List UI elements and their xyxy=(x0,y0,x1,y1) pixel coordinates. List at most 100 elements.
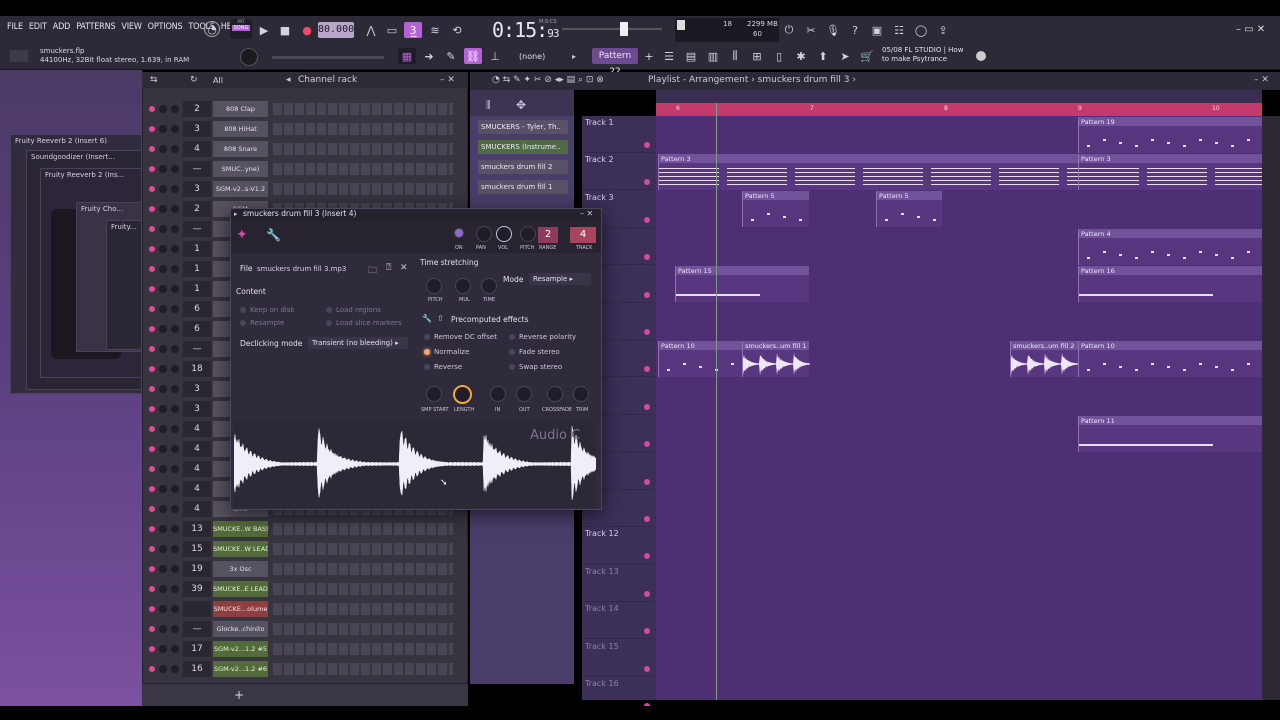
channel-pan-knob[interactable] xyxy=(159,525,167,533)
window-controls[interactable]: – ▭ ✕ xyxy=(1236,24,1265,35)
length-knob[interactable] xyxy=(453,385,472,404)
channel-mixer-track[interactable]: 19 xyxy=(183,561,211,577)
channel-mixer-track[interactable]: 4 xyxy=(183,141,211,157)
channel-row[interactable]: 19 3x Osc xyxy=(145,560,460,578)
step-sequencer[interactable] xyxy=(273,123,453,135)
channel-led[interactable] xyxy=(149,266,155,272)
track-mute-icon[interactable] xyxy=(644,628,650,635)
online-icon[interactable] xyxy=(976,51,986,61)
channel-pan-knob[interactable] xyxy=(159,205,167,213)
fade-in-knob[interactable] xyxy=(490,386,506,402)
menu-patterns[interactable]: PATTERNS xyxy=(73,22,118,32)
track-mute-icon[interactable] xyxy=(644,403,650,410)
step-sequencer[interactable] xyxy=(273,563,453,575)
channel-vol-knob[interactable] xyxy=(171,225,179,233)
channel-vol-knob[interactable] xyxy=(171,565,179,573)
channel-led[interactable] xyxy=(149,666,155,672)
sample-start-knob[interactable] xyxy=(426,386,442,402)
track-mute-icon[interactable] xyxy=(644,366,650,373)
pat-song-switch[interactable]: PAT SONG xyxy=(230,19,252,39)
channel-led[interactable] xyxy=(149,446,155,452)
channel-row[interactable]: — Glocke..chinito xyxy=(145,620,460,638)
pencil-icon[interactable]: ✎ xyxy=(442,48,460,64)
channel-mixer-track[interactable]: 16 xyxy=(183,661,211,677)
stamp-icon[interactable]: ⊥ xyxy=(486,48,504,64)
channel-name-button[interactable]: SMUCKE...olume xyxy=(213,601,268,617)
channel-row[interactable]: 15 SMUCKE..W LEAD xyxy=(145,540,460,558)
channel-name-button[interactable]: 808 HiHat xyxy=(213,121,268,137)
channel-led[interactable] xyxy=(149,526,155,532)
channel-pan-knob[interactable] xyxy=(159,225,167,233)
track-mute-icon[interactable] xyxy=(644,516,650,522)
channel-pan-knob[interactable] xyxy=(159,445,167,453)
channel-mixer-track[interactable]: 15 xyxy=(183,541,211,557)
channel-led[interactable] xyxy=(149,586,155,592)
step-sequencer[interactable] xyxy=(273,183,453,195)
master-volume-slider[interactable] xyxy=(562,22,662,36)
channel-led[interactable] xyxy=(149,606,155,612)
rack-close-icon[interactable]: – ✕ xyxy=(440,75,455,85)
channel-vol-knob[interactable] xyxy=(171,505,179,513)
step-sequencer[interactable] xyxy=(273,643,453,655)
channel-pan-knob[interactable] xyxy=(159,245,167,253)
range-display[interactable]: 2 xyxy=(538,227,558,243)
channel-vol-knob[interactable] xyxy=(171,345,179,353)
track-mute-icon[interactable] xyxy=(644,291,650,298)
channel-row[interactable]: 13 SMUCKE..W BASS xyxy=(145,520,460,538)
channel-pan-knob[interactable] xyxy=(159,585,167,593)
channel-vol-knob[interactable] xyxy=(171,525,179,533)
channel-settings-close[interactable]: – ✕ xyxy=(580,209,593,218)
playlist-clip[interactable]: smuckers..um fill 2 xyxy=(1010,341,1079,377)
step-sequencer[interactable] xyxy=(273,523,453,535)
step-sequencer[interactable] xyxy=(273,143,453,155)
mixer-view-icon[interactable]: ⫼ xyxy=(726,48,744,64)
channel-vol-knob[interactable] xyxy=(171,545,179,553)
channel-row[interactable]: SMUCKE...olume xyxy=(145,600,460,618)
reverse-polarity-toggle[interactable]: Reverse polarity xyxy=(509,333,576,341)
channel-mixer-track[interactable]: 1 xyxy=(183,281,211,297)
playlist-clip[interactable]: Pattern 5 xyxy=(876,191,942,227)
channel-mixer-track[interactable] xyxy=(183,601,211,617)
chat-icon[interactable]: ◯ xyxy=(912,22,930,38)
playlist-clip[interactable]: Pattern 3 xyxy=(658,154,1127,190)
channel-led[interactable] xyxy=(149,626,155,632)
playlist-clip[interactable]: Pattern 4 xyxy=(1078,229,1262,265)
channel-vol-knob[interactable] xyxy=(171,125,179,133)
piano-roll-icon[interactable]: ▤ xyxy=(682,48,700,64)
fade-stereo-toggle[interactable]: Fade stereo xyxy=(509,348,560,356)
channel-pan-knob[interactable] xyxy=(159,105,167,113)
channel-mixer-track[interactable]: 1 xyxy=(183,241,211,257)
rack-filter[interactable]: All xyxy=(213,76,223,85)
menu-options[interactable]: OPTIONS xyxy=(145,22,186,32)
channel-mixer-track[interactable]: 3 xyxy=(183,121,211,137)
hint-icon[interactable]: ◔ xyxy=(204,21,220,37)
remove-dc-toggle[interactable]: Remove DC offset xyxy=(424,333,497,341)
channel-vol-knob[interactable] xyxy=(171,465,179,473)
channel-row[interactable]: 16 SGM-v2...1.2 #6 xyxy=(145,660,460,678)
playlist-menu-icon[interactable]: ◔ ⇆ ✎ ✦ ✂ ⊘ ◂▸ ▤ ⌕ ⊡ ⊗ xyxy=(492,75,604,85)
channel-pan-knob[interactable] xyxy=(159,605,167,613)
browser-toggle-icon[interactable] xyxy=(10,50,28,62)
channel-row[interactable]: 3 SGM-v2..s-V1.2 xyxy=(145,180,460,198)
channel-name-button[interactable]: SMUCKE..E LEAD xyxy=(213,581,268,597)
track-header[interactable]: Track 12 xyxy=(584,527,654,565)
crossfade-knob[interactable] xyxy=(547,386,563,402)
swap-stereo-toggle[interactable]: Swap stereo xyxy=(509,363,562,371)
tempo-tap-icon[interactable]: ⬆ xyxy=(814,48,832,64)
channel-vol-knob[interactable] xyxy=(171,285,179,293)
master-pitch-knob[interactable] xyxy=(240,48,258,66)
channel-vol-knob[interactable] xyxy=(171,665,179,673)
rack-arrow-icon[interactable]: ◂ xyxy=(286,75,291,85)
channel-name-button[interactable]: SGM-v2...1.2 #5 xyxy=(213,641,268,657)
channel-led[interactable] xyxy=(149,366,155,372)
play-icon[interactable]: ▶ xyxy=(255,22,273,38)
menu-view[interactable]: VIEW xyxy=(118,22,144,32)
track-mute-icon[interactable] xyxy=(644,254,650,261)
channel-led[interactable] xyxy=(149,246,155,252)
track-header[interactable]: Track 2 xyxy=(584,153,654,191)
browser-icon[interactable]: ▯ xyxy=(770,48,788,64)
channel-row[interactable]: 3 808 HiHat xyxy=(145,120,460,138)
playlist-ruler[interactable] xyxy=(656,103,1262,116)
channel-pan-knob[interactable] xyxy=(159,565,167,573)
stop-icon[interactable]: ■ xyxy=(276,22,294,38)
